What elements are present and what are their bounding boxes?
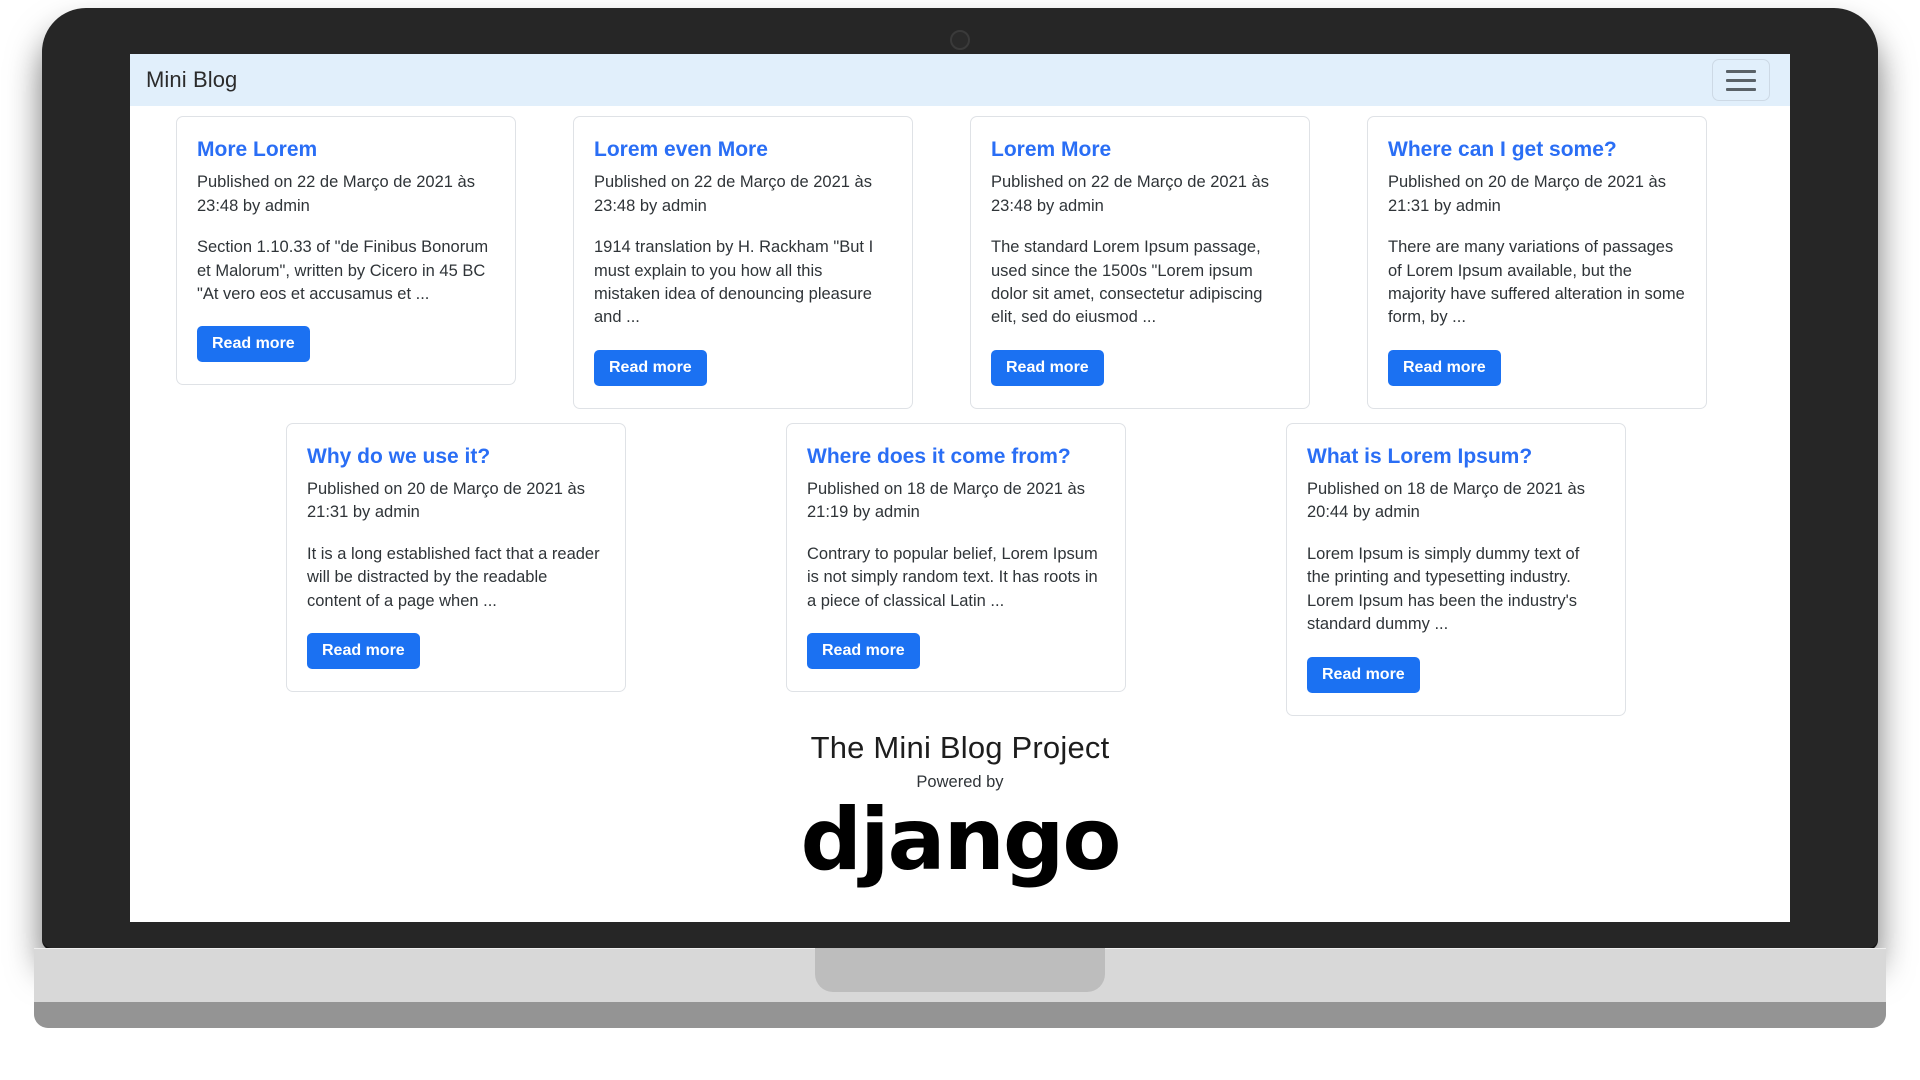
post-excerpt: There are many variations of passages of…	[1388, 238, 1685, 327]
post-card-row-2: Why do we use it? Published on 20 de Mar…	[130, 409, 1790, 716]
post-excerpt: Section 1.10.33 of "de Finibus Bonorum e…	[197, 238, 489, 303]
post-title[interactable]: Why do we use it?	[307, 444, 605, 470]
post-title[interactable]: Lorem even More	[594, 137, 892, 163]
read-more-button[interactable]: Read more	[307, 633, 420, 670]
read-more-button[interactable]: Read more	[197, 326, 310, 363]
post-card[interactable]: Lorem More Published on 22 de Março de 2…	[970, 116, 1310, 409]
post-title[interactable]: Where does it come from?	[807, 444, 1105, 470]
navbar-brand[interactable]: Mini Blog	[146, 67, 237, 93]
post-excerpt: It is a long established fact that a rea…	[307, 544, 600, 610]
laptop-notch	[815, 948, 1105, 992]
post-excerpt: Lorem Ipsum is simply dummy text of the …	[1307, 544, 1580, 634]
webcam-icon	[950, 30, 970, 50]
laptop-base-edge	[34, 1002, 1886, 1028]
footer-title: The Mini Blog Project	[810, 729, 1110, 765]
post-card[interactable]: Why do we use it? Published on 20 de Mar…	[286, 422, 626, 693]
laptop-base	[34, 948, 1886, 1028]
post-title[interactable]: More Lorem	[197, 137, 495, 163]
hamburger-menu-icon[interactable]	[1712, 59, 1770, 101]
post-title[interactable]: What is Lorem Ipsum?	[1307, 444, 1605, 470]
laptop-mockup: Mini Blog More Lorem Published on 22 de …	[0, 0, 1920, 1080]
post-meta: Published on 18 de Março de 2021 às 20:4…	[1307, 480, 1585, 522]
post-excerpt: 1914 translation by H. Rackham "But I mu…	[594, 238, 874, 327]
django-logo: django	[800, 789, 1122, 890]
footer-powered-by: Powered by	[916, 772, 1004, 791]
post-excerpt: Contrary to popular belief, Lorem Ipsum …	[807, 544, 1098, 610]
post-meta: Published on 20 de Março de 2021 às 21:3…	[1388, 173, 1666, 215]
hamburger-bar	[1726, 78, 1756, 82]
read-more-button[interactable]: Read more	[1307, 656, 1420, 693]
read-more-button[interactable]: Read more	[991, 349, 1104, 386]
post-card[interactable]: Where can I get some? Published on 20 de…	[1367, 116, 1707, 409]
read-more-button[interactable]: Read more	[594, 349, 707, 386]
browser-screen: Mini Blog More Lorem Published on 22 de …	[130, 54, 1790, 922]
navbar: Mini Blog	[130, 54, 1790, 106]
post-meta: Published on 22 de Março de 2021 às 23:4…	[991, 173, 1269, 215]
post-card[interactable]: Lorem even More Published on 22 de Março…	[573, 116, 913, 409]
post-excerpt: The standard Lorem Ipsum passage, used s…	[991, 238, 1263, 327]
post-card[interactable]: More Lorem Published on 22 de Março de 2…	[176, 116, 516, 386]
hamburger-bar	[1726, 87, 1756, 91]
post-card[interactable]: Where does it come from? Published on 18…	[786, 422, 1126, 693]
post-card[interactable]: What is Lorem Ipsum? Published on 18 de …	[1286, 422, 1626, 716]
post-title[interactable]: Lorem More	[991, 137, 1289, 163]
hamburger-bar	[1726, 69, 1756, 73]
laptop-lid: Mini Blog More Lorem Published on 22 de …	[42, 8, 1878, 948]
post-meta: Published on 22 de Março de 2021 às 23:4…	[197, 173, 475, 215]
page-body: More Lorem Published on 22 de Março de 2…	[130, 106, 1790, 890]
site-footer: The Mini Blog Project Powered by django	[130, 716, 1790, 890]
read-more-button[interactable]: Read more	[807, 633, 920, 670]
post-card-row-1: More Lorem Published on 22 de Março de 2…	[130, 106, 1790, 409]
post-meta: Published on 18 de Março de 2021 às 21:1…	[807, 480, 1085, 522]
post-title[interactable]: Where can I get some?	[1388, 137, 1686, 163]
post-meta: Published on 20 de Março de 2021 às 21:3…	[307, 480, 585, 522]
post-meta: Published on 22 de Março de 2021 às 23:4…	[594, 173, 872, 215]
read-more-button[interactable]: Read more	[1388, 349, 1501, 386]
